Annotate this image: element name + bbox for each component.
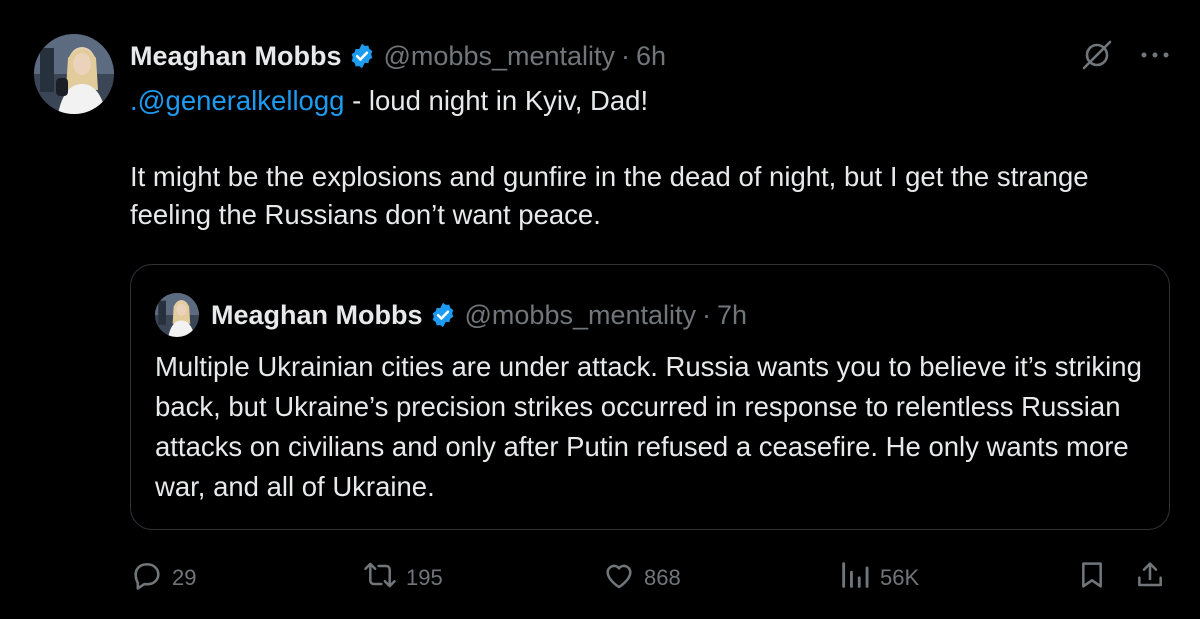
tweet-text: .@generalkellogg - loud night in Kyiv, D… (130, 82, 1160, 234)
share-icon (1134, 558, 1166, 598)
tweet-text-line-1-rest: - loud night in Kyiv, Dad! (344, 85, 649, 116)
avatar-image (34, 34, 114, 114)
repost-count: 195 (406, 565, 443, 590)
quoted-tweet-header: Meaghan Mobbs @mobbs_mentality · 7h (211, 293, 747, 337)
reply-button[interactable]: 29 (130, 556, 196, 600)
author-handle[interactable]: @mobbs_mentality (384, 41, 616, 72)
tweet-text-paragraph-2: It might be the explosions and gunfire i… (130, 161, 1089, 230)
more-icon[interactable] (1140, 50, 1170, 60)
repost-icon (362, 558, 398, 598)
bookmark-button[interactable] (1076, 556, 1108, 600)
quoted-tweet-time: 7h (717, 299, 748, 330)
reply-count: 29 (172, 565, 197, 590)
reply-icon (130, 558, 164, 598)
like-icon (602, 558, 636, 598)
tweet-time[interactable]: 6h (636, 41, 666, 72)
verified-badge-icon (429, 301, 457, 329)
quoted-avatar-image (155, 293, 199, 337)
tweet-top-actions (1080, 38, 1170, 72)
like-count: 868 (644, 565, 681, 590)
separator-dot: · (621, 40, 631, 71)
quoted-author-handle: @mobbs_mentality (464, 299, 697, 330)
views-count: 56K (880, 565, 920, 590)
author-avatar[interactable] (34, 34, 114, 114)
quoted-tweet-text: Multiple Ukrainian cities are under atta… (155, 351, 1142, 502)
bookmark-icon (1076, 558, 1108, 598)
tweet-text-line-1: .@generalkellogg - loud night in Kyiv, D… (130, 82, 1160, 120)
share-button[interactable] (1134, 556, 1166, 600)
like-button[interactable]: 868 (602, 556, 681, 600)
verified-badge-icon (348, 42, 376, 70)
author-name[interactable]: Meaghan Mobbs (130, 41, 342, 72)
repost-button[interactable]: 195 (362, 556, 443, 600)
tweet-action-bar: 29 195 868 56K (130, 556, 1170, 600)
grok-icon[interactable] (1080, 38, 1114, 72)
views-button[interactable]: 56K (838, 556, 919, 600)
quoted-author-avatar[interactable] (155, 293, 199, 337)
tweet-header: Meaghan Mobbs @mobbs_mentality · 6h (130, 36, 666, 76)
views-icon (838, 558, 872, 598)
quoted-tweet-card[interactable]: Meaghan Mobbs @mobbs_mentality · 7h Mult… (130, 264, 1170, 530)
mention-link[interactable]: .@generalkellogg (130, 85, 344, 116)
quoted-separator-dot: · (702, 299, 712, 330)
quoted-author-name: Meaghan Mobbs (211, 299, 423, 330)
